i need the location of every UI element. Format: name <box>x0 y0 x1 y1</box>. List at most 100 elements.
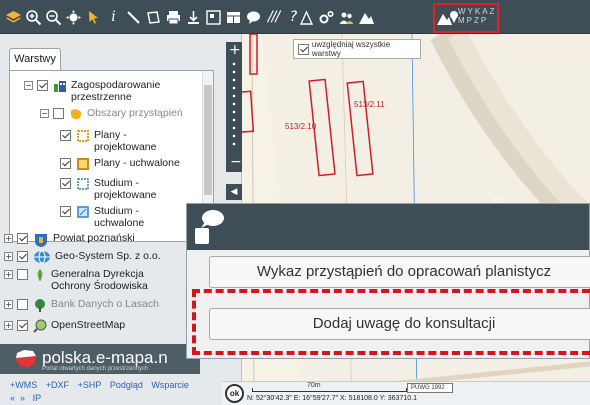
wykaz-mpzp-button[interactable]: WYKAZ MPZP <box>433 3 499 33</box>
plan-draft-icon <box>77 130 89 142</box>
layer-gdos[interactable]: + Generalna Dyrekcja Ochrony Środowiska <box>4 268 171 292</box>
study-draft-icon <box>77 178 89 190</box>
zoom-out-icon[interactable] <box>45 9 62 26</box>
link-ip[interactable]: IP <box>33 393 42 403</box>
area-icon <box>70 109 82 120</box>
wykaz-przystapien-button[interactable]: Wykaz przystąpień do opracowań planistyc… <box>209 256 590 288</box>
layer-studium-projektowane[interactable]: Studium - projektowane <box>60 177 174 201</box>
info-icon[interactable]: i <box>105 9 122 26</box>
layer-geosystem[interactable]: + Geo-System Sp. z o.o. <box>4 250 161 264</box>
chat-bubbles-icon <box>195 210 224 244</box>
collapse-icon[interactable]: − <box>40 109 49 118</box>
comment-icon[interactable] <box>245 9 262 26</box>
zoom-out-button[interactable]: − <box>230 154 242 170</box>
expand-icon[interactable]: + <box>4 321 13 330</box>
measure-area-icon[interactable] <box>145 9 162 26</box>
settings-icon[interactable] <box>318 9 335 26</box>
layer-checkbox[interactable] <box>60 158 71 169</box>
layer-checkbox[interactable] <box>60 178 71 189</box>
link-wms[interactable]: +WMS <box>10 380 37 390</box>
study-adopted-icon <box>77 206 89 218</box>
layer-plany-uchwalone[interactable]: Plany - uchwalone <box>60 157 180 171</box>
link-bar-2: « » IP <box>10 393 41 403</box>
people-icon[interactable] <box>338 9 355 26</box>
include-all-layers-checkbox[interactable]: uwzględniaj wszystkie warstwy <box>293 39 421 59</box>
checkbox-label: uwzględniaj wszystkie warstwy <box>311 40 391 58</box>
tab-warstwy[interactable]: Warstwy <box>9 48 61 70</box>
collapse-icon[interactable]: − <box>24 81 33 90</box>
expand-icon[interactable]: + <box>4 252 13 261</box>
table-icon[interactable] <box>225 9 242 26</box>
zoom-in-icon[interactable] <box>25 9 42 26</box>
parcel-label: 513/2.11 <box>354 100 385 109</box>
crs-select[interactable]: PUWG 1992 <box>407 383 453 393</box>
layer-checkbox[interactable] <box>17 299 28 310</box>
zoning-icon <box>54 81 66 92</box>
print-icon[interactable] <box>165 9 182 26</box>
logo-subtitle: Portal otwartych danych przestrzennych <box>42 366 149 372</box>
export-icon[interactable] <box>205 9 222 26</box>
ok-button[interactable]: ok <box>225 384 244 403</box>
leaf-icon <box>37 269 43 281</box>
layer-label: Generalna Dyrekcja Ochrony Środowiska <box>51 268 148 292</box>
link-wsparcie[interactable]: Wsparcie <box>151 380 189 390</box>
layer-label: Studium - uchwalone <box>94 205 145 229</box>
layer-checkbox[interactable] <box>17 251 28 262</box>
pan-icon[interactable] <box>65 9 82 26</box>
save-icon[interactable] <box>185 9 202 26</box>
logo-text: polska.e-mapa.n <box>42 348 168 367</box>
layer-label: Studium - projektowane <box>94 177 157 201</box>
expand-icon[interactable]: + <box>4 300 13 309</box>
osm-magnifier-icon <box>33 319 47 333</box>
link-shp[interactable]: +SHP <box>78 380 102 390</box>
layer-osm[interactable]: + OpenStreetMap <box>4 319 125 333</box>
layer-checkbox[interactable] <box>60 206 71 217</box>
zoom-track[interactable] <box>232 62 236 152</box>
globe-icon <box>34 250 50 264</box>
wykaz-label: WYKAZ MPZP <box>458 7 497 25</box>
collapse-panel-button[interactable]: ◀ <box>226 184 242 200</box>
layer-checkbox[interactable] <box>17 233 28 244</box>
layer-tree: − Zagospodarowanie przestrzenne − Obszar… <box>9 70 214 242</box>
layer-checkbox[interactable] <box>17 269 28 280</box>
main-toolbar: i /// ? WYKAZ MPZP <box>0 0 590 34</box>
link-podglad[interactable]: Podgląd <box>110 380 143 390</box>
zoom-in-button[interactable]: + <box>229 42 241 58</box>
layer-checkbox[interactable] <box>53 108 64 119</box>
search-icon[interactable] <box>298 9 315 26</box>
layer-label: Zagospodarowanie przestrzenne <box>71 79 161 103</box>
measure-distance-icon[interactable] <box>125 9 142 26</box>
dialog-header <box>187 204 589 250</box>
layer-checkbox[interactable] <box>60 130 71 141</box>
layers-icon[interactable] <box>5 9 22 26</box>
wykaz-marker-icon <box>442 9 459 26</box>
expand-icon[interactable]: + <box>4 270 13 279</box>
highlight-dashed-box <box>192 289 590 355</box>
layer-studium-uchwalone[interactable]: Studium - uchwalone <box>60 205 174 229</box>
layer-label: Plany - uchwalone <box>94 157 180 169</box>
layer-zagospodarowanie[interactable]: − Zagospodarowanie przestrzenne <box>24 79 191 103</box>
draw-icon[interactable]: /// <box>265 9 282 26</box>
coordinates-readout: N: 52°30'42.3" E: 16°59'27.7" X: 518108.… <box>247 395 417 402</box>
layer-label: Bank Danych o Lasach <box>51 298 159 310</box>
mountain-icon[interactable] <box>358 9 375 26</box>
scale-bar <box>252 388 407 392</box>
expand-icon[interactable]: + <box>4 234 13 243</box>
layer-bank-lasow[interactable]: + Bank Danych o Lasach <box>4 298 159 312</box>
layer-obszary[interactable]: − Obszary przystąpień <box>40 107 183 121</box>
layer-checkbox[interactable] <box>17 320 28 331</box>
link-next[interactable]: » <box>20 393 25 403</box>
layer-powiat[interactable]: + Powiat poznański <box>4 232 135 248</box>
powiat-crest-icon <box>35 234 47 247</box>
tree-icon <box>35 299 45 312</box>
link-prev[interactable]: « <box>10 393 15 403</box>
portal-logo[interactable]: polska.e-mapa.n Portal otwartych danych … <box>0 344 200 374</box>
layer-checkbox[interactable] <box>37 80 48 91</box>
checkbox[interactable] <box>298 44 309 55</box>
link-dxf[interactable]: +DXF <box>46 380 69 390</box>
zoom-slider[interactable]: + − <box>226 42 242 172</box>
pointer-icon[interactable] <box>85 9 102 26</box>
layer-plany-projektowane[interactable]: Plany - projektowane <box>60 129 174 153</box>
layer-label: OpenStreetMap <box>51 319 126 331</box>
parcel-label: 513/2.10 <box>285 122 317 131</box>
